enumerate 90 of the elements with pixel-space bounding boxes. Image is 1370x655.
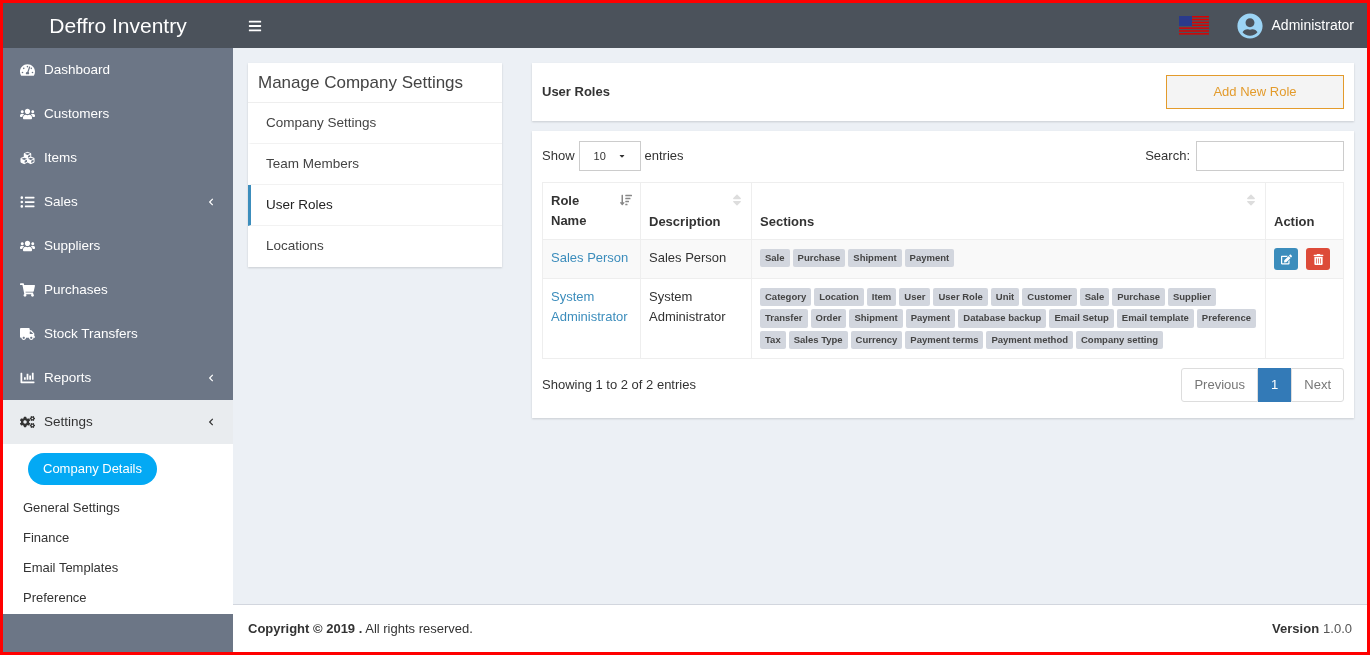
menu-icon[interactable] (248, 18, 262, 33)
next-button[interactable]: Next (1291, 367, 1344, 402)
section-tag: User Role (933, 288, 988, 307)
settings-menu-item[interactable]: User Roles (248, 185, 502, 226)
page-button[interactable]: 1 (1258, 367, 1292, 402)
list-icon (20, 195, 35, 209)
version-label: Version (1272, 619, 1320, 638)
previous-button[interactable]: Previous (1181, 367, 1259, 402)
table-cell: Sales Person (640, 239, 752, 279)
gears-icon (20, 415, 35, 429)
section-tag: Customer (1022, 288, 1077, 307)
section-tag: Payment terms (905, 330, 984, 349)
sidebar-item[interactable]: Suppliers (3, 224, 233, 268)
section-tag: Email template (1116, 309, 1194, 328)
avatar-icon[interactable] (1236, 12, 1263, 39)
edit-button[interactable] (1274, 248, 1298, 270)
submenu-item[interactable]: General Settings (3, 492, 233, 523)
sidebar-item[interactable]: Purchases (3, 268, 233, 312)
section-tag: Email Setup (1049, 309, 1114, 328)
sidebar-item[interactable]: Stock Transfers (3, 312, 233, 356)
settings-menu-item[interactable]: Team Members (248, 144, 502, 185)
sidebar-item[interactable]: Settings (3, 400, 233, 444)
section-tag: Purchase (1112, 288, 1165, 307)
section-tag: Sales Type (788, 330, 848, 349)
sort-icon (620, 193, 632, 207)
column-header[interactable]: Sections (751, 182, 1266, 240)
search-field[interactable] (1196, 141, 1344, 171)
section-title: User Roles (542, 83, 611, 102)
submenu-item[interactable]: Company Details (28, 453, 157, 485)
section-tag: Database backup (958, 309, 1047, 328)
section-tag: Order (810, 309, 847, 328)
entries-select[interactable]: 10 (578, 141, 641, 171)
users-icon (20, 239, 35, 253)
caret-icon (617, 152, 626, 160)
truck-icon (20, 327, 35, 341)
section-tag: Shipment (848, 249, 902, 268)
trash-icon (1312, 253, 1324, 265)
show-label: Show (542, 147, 575, 166)
sidebar-item[interactable]: Sales (3, 180, 233, 224)
section-tag: Payment (905, 309, 956, 328)
version-number: 1.0.0 (1323, 619, 1352, 638)
sidebar-item[interactable]: Reports (3, 356, 233, 400)
section-tag: Company setting (1076, 330, 1164, 349)
section-tag: Sale (760, 249, 790, 268)
section-tag: Item (866, 288, 897, 307)
section-tag: User (899, 288, 931, 307)
sort-icon (731, 193, 743, 207)
table-cell: System Administrator (640, 278, 752, 359)
sidebar-item[interactable]: Customers (3, 92, 233, 136)
table-info: Showing 1 to 2 of 2 entries (542, 376, 697, 394)
section-tag: Purchase (792, 249, 846, 268)
section-tag: Payment (904, 249, 955, 268)
chevron-icon (207, 198, 215, 206)
copyright-text: Copyright © 2019 . All rights reserved. (248, 619, 474, 638)
column-header[interactable]: Role Name (542, 182, 641, 240)
sidebar-item[interactable]: Dashboard (3, 48, 233, 92)
cart-icon (20, 283, 35, 297)
submenu-item[interactable]: Finance (3, 522, 233, 553)
chevron-icon (207, 374, 215, 382)
gauge-icon (20, 63, 35, 77)
section-tag: Transfer (760, 309, 808, 328)
brand-title: Deffro Inventry (49, 12, 187, 39)
users-icon (20, 107, 35, 121)
section-tag: Supplier (1167, 288, 1216, 307)
entries-label: entries (644, 147, 685, 166)
panel-title: Manage Company Settings (258, 71, 464, 94)
settings-menu-item[interactable]: Locations (248, 226, 502, 267)
section-tag: Tax (760, 330, 786, 349)
section-tag: Unit (990, 288, 1020, 307)
edit-icon (1280, 253, 1292, 265)
section-tag: Location (814, 288, 864, 307)
section-tag: Category (760, 288, 812, 307)
column-header[interactable]: Description (640, 182, 752, 240)
search-label: Search: (1145, 147, 1190, 166)
user-name[interactable]: Administrator (1271, 15, 1354, 36)
column-header: Action (1265, 182, 1344, 240)
submenu-item[interactable]: Preference (3, 582, 233, 613)
sort-icon (1245, 193, 1257, 207)
delete-button[interactable] (1306, 248, 1330, 270)
section-tag: Shipment (849, 309, 903, 328)
sidebar-item[interactable]: Items (3, 136, 233, 180)
section-tag: Sale (1079, 288, 1110, 307)
section-tag: Payment method (986, 330, 1073, 349)
submenu-item[interactable]: Email Templates (3, 552, 233, 583)
section-tag: Preference (1196, 309, 1256, 328)
bar-chart-icon (20, 371, 35, 385)
chevron-icon (207, 418, 215, 426)
cubes-icon (20, 151, 35, 165)
section-tag: Currency (850, 330, 903, 349)
settings-menu-item[interactable]: Company Settings (248, 103, 502, 144)
